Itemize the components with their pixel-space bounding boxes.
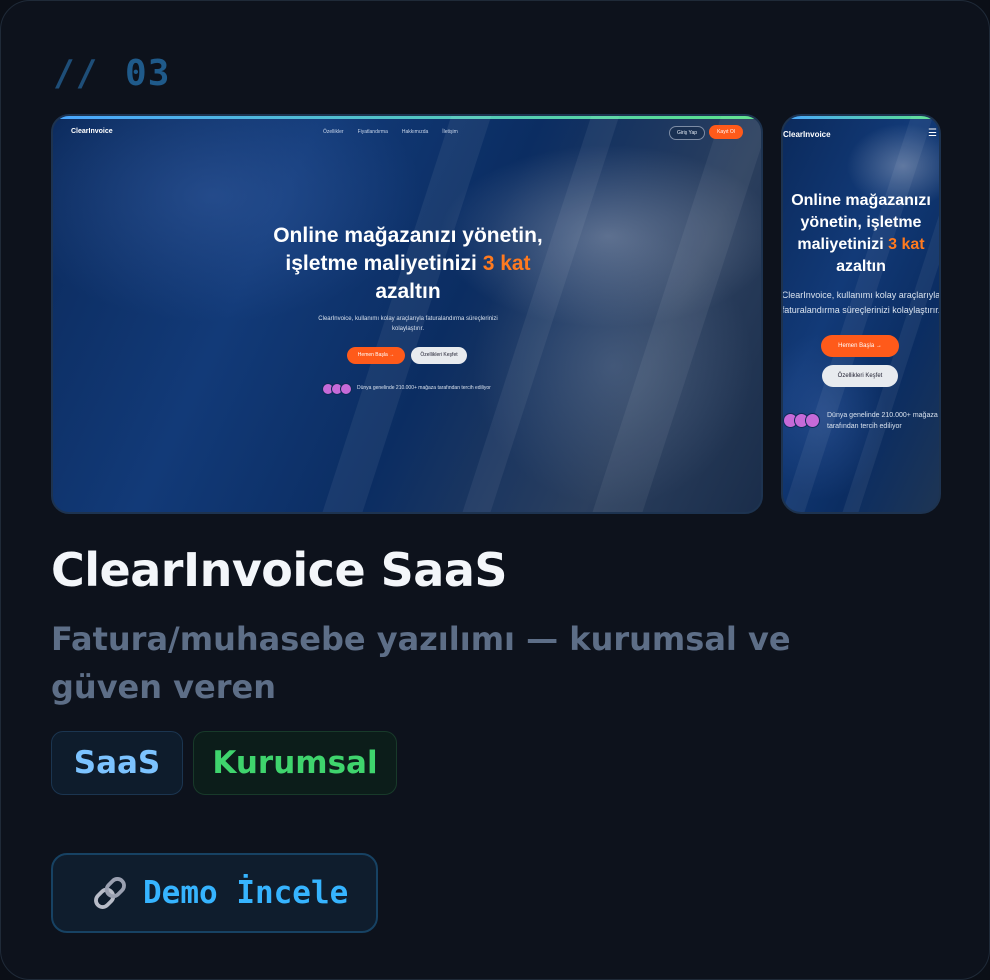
hero-headline: Online mağazanızı yönetin, işletme maliy… — [273, 224, 543, 303]
arrow-right-icon: → — [389, 352, 395, 358]
project-number: // 03 — [53, 53, 171, 94]
accent-line — [53, 116, 761, 119]
avatar — [805, 413, 820, 428]
project-title: ClearInvoice SaaS — [51, 543, 508, 597]
tag-saas: SaaS — [51, 731, 183, 795]
demo-button[interactable]: Demo İncele — [51, 853, 378, 933]
tag-kurumsal: Kurumsal — [193, 731, 397, 795]
mobile-start-button[interactable]: Hemen Başla → — [821, 335, 899, 357]
mobile-hero-headline: Online mağazanızı yönetin, işletme maliy… — [791, 192, 931, 275]
project-description: Fatura/muhasebe yazılımı — kurumsal ve g… — [51, 620, 791, 706]
nav-item[interactable]: Hakkımızda — [402, 129, 428, 135]
project-card: // 03 ClearInvoice Özellikler Fiyatlandı… — [0, 0, 990, 980]
mobile-logo[interactable]: ClearInvoice — [783, 130, 831, 139]
nav-item[interactable]: Fiyatlandırma — [358, 129, 388, 135]
nav-item[interactable]: İletişim — [442, 129, 458, 135]
mobile-hero-subtext: ClearInvoice, kullanımı kolay araçlarıyl… — [781, 290, 941, 315]
nav-item[interactable]: Özellikler — [323, 129, 344, 135]
mobile-social-proof: Dünya genelinde 210.000+ mağaza tarafınd… — [827, 412, 938, 430]
avatar — [340, 383, 352, 395]
mobile-preview[interactable]: ClearInvoice ☰ Online mağazanızı yönetin… — [781, 114, 941, 514]
hamburger-icon[interactable]: ☰ — [928, 128, 937, 139]
explore-features-button[interactable]: Özellikleri Keşfet — [411, 347, 467, 364]
arrow-right-icon: → — [875, 343, 882, 349]
mobile-explore-button[interactable]: Özellikleri Keşfet — [822, 365, 898, 387]
start-button[interactable]: Hemen Başla → — [347, 347, 405, 364]
avatar-group — [322, 383, 352, 395]
demo-button-label: Demo İncele — [143, 875, 349, 911]
signup-button[interactable]: Kayıt Ol — [709, 125, 743, 139]
bg-streak — [578, 116, 761, 512]
link-icon — [94, 877, 126, 909]
hero-subtext: ClearInvoice, kullanımı kolay araçlarıyl… — [318, 316, 498, 332]
avatar-group — [783, 413, 820, 428]
desktop-logo[interactable]: ClearInvoice — [71, 128, 113, 135]
login-button[interactable]: Giriş Yap — [669, 126, 705, 140]
desktop-preview[interactable]: ClearInvoice Özellikler Fiyatlandırma Ha… — [51, 114, 763, 514]
desktop-nav: Özellikler Fiyatlandırma Hakkımızda İlet… — [323, 129, 458, 135]
social-proof: Dünya genelinde 210.000+ mağaza tarafınd… — [357, 385, 491, 391]
